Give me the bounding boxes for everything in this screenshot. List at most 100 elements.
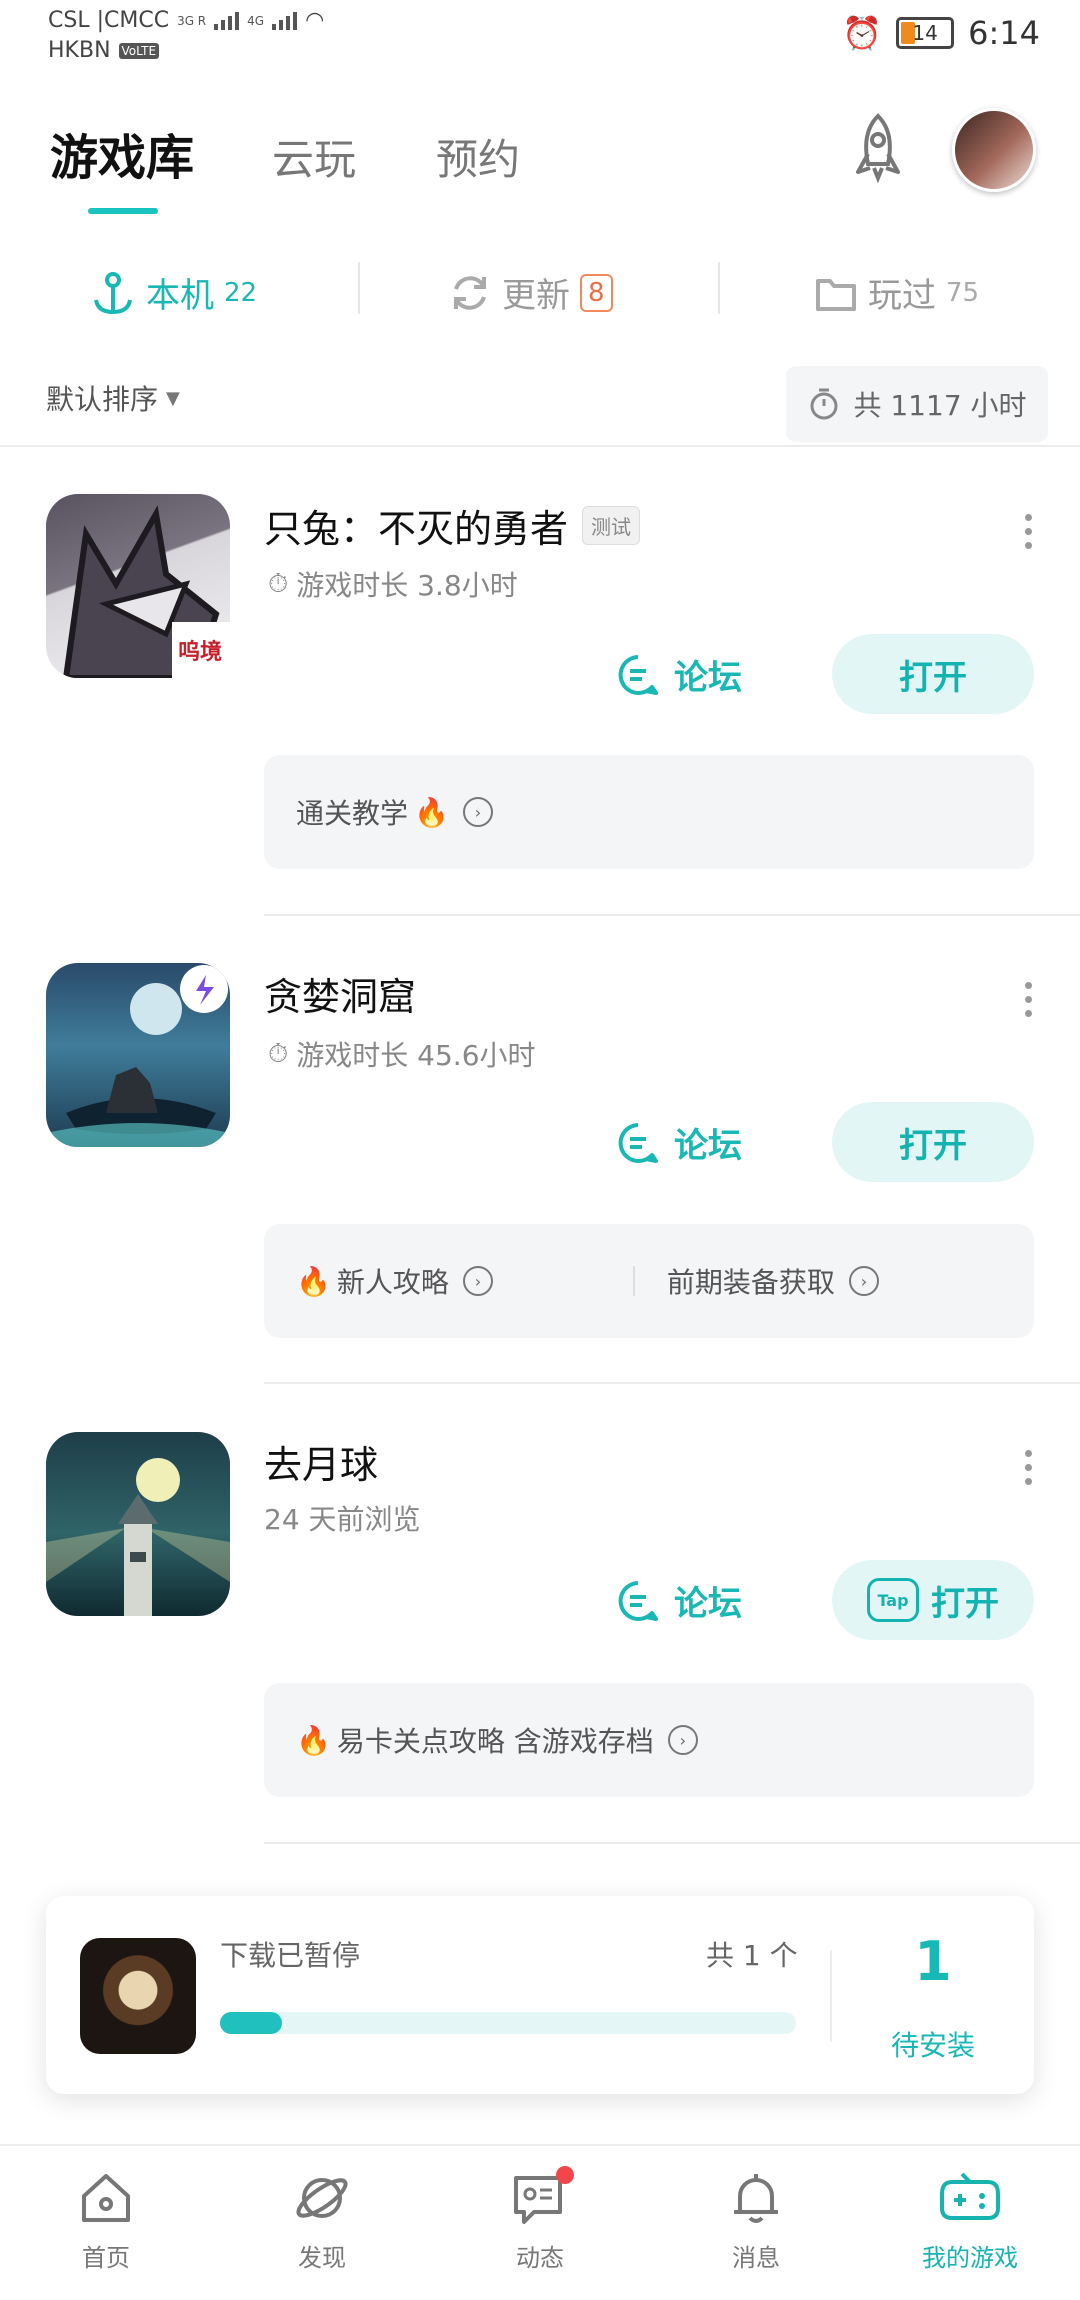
- fire-icon: 🔥: [296, 1723, 331, 1757]
- timer-icon: ⏱: [268, 1038, 289, 1069]
- pending-install-count[interactable]: 1: [832, 1930, 1034, 1993]
- divider: [0, 445, 1080, 447]
- fire-icon: 🔥: [414, 795, 449, 829]
- chevron-circle-icon: ›: [667, 1725, 698, 1755]
- nav-my-games[interactable]: 我的游戏: [900, 2168, 1040, 2273]
- forum-button[interactable]: 论坛: [616, 1118, 742, 1167]
- game-meta-text: 24 天前浏览: [264, 1503, 421, 1536]
- forum-button[interactable]: 论坛: [616, 650, 742, 699]
- subtab-played-count: 75: [946, 277, 980, 308]
- chevron-circle-icon: ›: [462, 1266, 493, 1296]
- download-game-icon: [80, 1938, 196, 2054]
- tip-box-2: 🔥 新人攻略 › 前期装备获取 ›: [264, 1224, 1034, 1338]
- tip-item[interactable]: 前期装备获取 ›: [635, 1261, 879, 1301]
- chevron-circle-icon: ›: [462, 797, 493, 827]
- timer-icon: [810, 388, 838, 420]
- game-meta-1: ⏱ 游戏时长 3.8小时: [268, 564, 518, 604]
- tab-underline: [88, 208, 158, 214]
- divider: [264, 1842, 1080, 1844]
- battery-level: 14: [912, 21, 938, 45]
- game-meta-2: ⏱ 游戏时长 45.6小时: [268, 1034, 536, 1074]
- chevron-circle-icon: ›: [848, 1266, 879, 1296]
- download-status: 下载已暂停: [220, 1939, 361, 1972]
- game-title-3[interactable]: 去月球: [264, 1434, 378, 1489]
- forum-icon: [618, 1580, 658, 1621]
- open-button[interactable]: 打开: [832, 634, 1034, 714]
- update-count-badge: 8: [580, 273, 613, 312]
- bottom-nav: 首页 发现 动态 消息 我的游戏: [0, 2144, 1080, 2300]
- anchor-icon: [94, 271, 132, 314]
- tip-text: 通关教学: [296, 797, 409, 830]
- download-progress-fill: [220, 2012, 282, 2034]
- more-icon[interactable]: [1025, 1450, 1032, 1485]
- subtab-played[interactable]: 玩过 75: [814, 268, 979, 317]
- tab-game-library[interactable]: 游戏库: [50, 118, 194, 188]
- more-icon[interactable]: [1025, 514, 1032, 549]
- battery-icon: 14: [896, 17, 955, 49]
- tip-item[interactable]: 🔥 新人攻略 ›: [264, 1261, 493, 1301]
- status-carrier: CSL |CMCC 3G R 4G ◠ HKBN VoLTE: [48, 6, 324, 66]
- tab-cloud-play[interactable]: 云玩: [272, 126, 356, 187]
- rocket-icon[interactable]: [840, 110, 916, 186]
- subtab-local-label: 本机: [146, 276, 214, 316]
- nav-discover[interactable]: 发现: [252, 2168, 392, 2273]
- avatar[interactable]: [952, 108, 1036, 192]
- forum-icon: [618, 1122, 658, 1163]
- notification-dot: [556, 2166, 574, 2184]
- network-type-1: 3G R: [177, 14, 207, 28]
- more-icon[interactable]: [1025, 982, 1032, 1017]
- subtab-played-label: 玩过: [868, 276, 936, 316]
- tip-item[interactable]: 通关教学 🔥 ›: [264, 792, 493, 832]
- total-hours: 共 1117 小时: [786, 366, 1048, 442]
- game-meta-3: 24 天前浏览: [264, 1498, 421, 1538]
- game-meta-text: 游戏时长 3.8小时: [296, 569, 518, 602]
- test-tag: 测试: [582, 506, 641, 545]
- download-progress-track: [220, 2012, 796, 2034]
- game-title-text: 贪婪洞窟: [264, 975, 417, 1019]
- game-icon-2[interactable]: [46, 963, 230, 1147]
- fire-icon: 🔥: [296, 1264, 331, 1298]
- total-hours-text: 共 1117 小时: [853, 389, 1027, 422]
- tip-box-3: 🔥 易卡关点攻略 含游戏存档 ›: [264, 1683, 1034, 1797]
- game-icon-3[interactable]: [46, 1432, 230, 1616]
- wifi-icon: ◠: [305, 8, 325, 33]
- subtab-local-count: 22: [224, 277, 258, 308]
- clock: 6:14: [968, 14, 1040, 52]
- game-title-1[interactable]: 只兔：不灭的勇者 测试: [264, 498, 641, 553]
- game-meta-text: 游戏时长 45.6小时: [296, 1039, 536, 1072]
- subtab-update[interactable]: 更新 8: [448, 268, 613, 317]
- pending-install-label[interactable]: 待安装: [832, 2024, 1034, 2064]
- volte-badge: VoLTE: [118, 43, 160, 59]
- forum-icon: [618, 654, 658, 695]
- timer-icon: ⏱: [268, 568, 289, 599]
- open-button[interactable]: 打开: [832, 1102, 1034, 1182]
- lighthouse-art: [46, 1458, 230, 1616]
- game-icon-badge: 呜境: [178, 640, 223, 665]
- nav-home[interactable]: 首页: [36, 2168, 176, 2273]
- nav-label: 首页: [82, 2244, 130, 2272]
- download-count: 共 1 个: [706, 1939, 798, 1972]
- divider: [264, 1382, 1080, 1384]
- game-icon-1[interactable]: 呜境: [46, 494, 230, 678]
- nav-messages[interactable]: 消息: [686, 2168, 826, 2273]
- divider: [264, 914, 1080, 916]
- game-title-2[interactable]: 贪婪洞窟: [264, 966, 416, 1021]
- bell-icon: [734, 2174, 778, 2223]
- cave-art: [46, 965, 230, 1147]
- carrier-2: HKBN: [48, 38, 111, 63]
- forum-button[interactable]: 论坛: [616, 1576, 742, 1625]
- subtab-update-label: 更新: [502, 276, 570, 316]
- planet-icon: [296, 2178, 348, 2218]
- tab-reservation[interactable]: 预约: [436, 126, 520, 187]
- tip-item[interactable]: 🔥 易卡关点攻略 含游戏存档 ›: [264, 1720, 698, 1760]
- download-card[interactable]: 下载已暂停 共 1 个 1 待安装: [46, 1896, 1034, 2094]
- subtab-local[interactable]: 本机 22: [90, 268, 257, 317]
- open-button[interactable]: Tap 打开: [832, 1560, 1034, 1640]
- signal-icon: [214, 12, 240, 30]
- folder-icon: [816, 278, 856, 311]
- game-title-text: 只兔：不灭的勇者: [264, 507, 569, 551]
- gamepad-icon: [940, 2172, 1000, 2220]
- sort-dropdown[interactable]: 默认排序 ▼: [46, 378, 180, 418]
- forum-label: 论坛: [674, 1584, 742, 1624]
- nav-activity[interactable]: 动态: [470, 2166, 610, 2273]
